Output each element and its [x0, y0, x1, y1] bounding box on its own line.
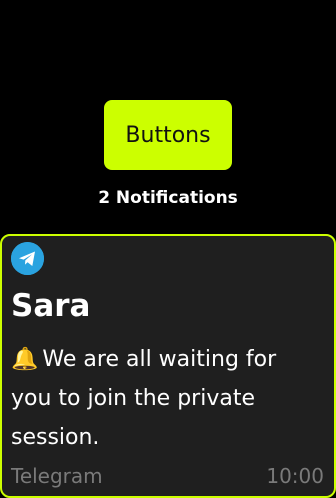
notification-card[interactable]: Sara 🔔 We are all waiting for you to join… [0, 234, 336, 498]
bell-icon: 🔔 [11, 347, 39, 372]
notification-time: 10:00 [266, 464, 324, 488]
buttons-button[interactable]: Buttons [104, 100, 232, 170]
notification-footer: Telegram 10:00 [11, 464, 324, 488]
notifications-count: 2 Notifications [98, 188, 238, 208]
notification-app-name: Telegram [11, 464, 103, 488]
notification-message: 🔔 We are all waiting for you to join the … [11, 340, 323, 457]
notification-message-text: We are all waiting for you to join the p… [11, 347, 277, 450]
notification-sender: Sara [11, 288, 91, 324]
telegram-icon [11, 242, 44, 275]
